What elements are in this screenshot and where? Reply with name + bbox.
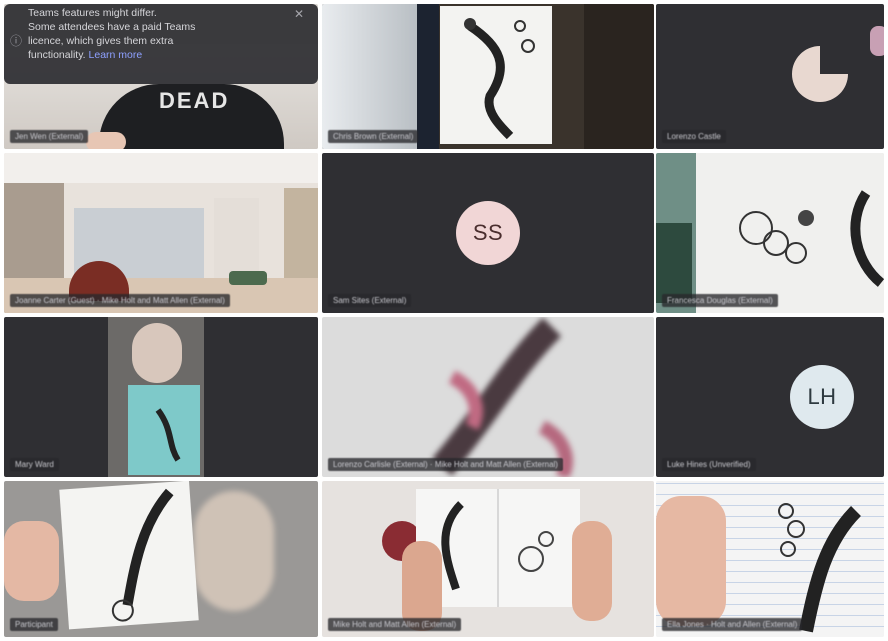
shelf — [584, 4, 654, 149]
window-light — [322, 4, 417, 149]
notification-line: Some attendees have a paid Teams — [28, 21, 196, 33]
participant-name-tag: Lorenzo Castle — [662, 130, 726, 143]
participant-name-tag: Lorenzo Carlisle (External) · Mike Holt … — [328, 458, 563, 471]
participant-name-tag: Chris Brown (External) — [328, 130, 419, 143]
participant-tile-10[interactable]: Participant — [4, 481, 318, 637]
participant-tile-4[interactable]: Joanne Carter (Guest) · Mike Holt and Ma… — [4, 153, 318, 313]
curtain — [417, 4, 439, 149]
hand — [656, 496, 726, 626]
blurred-koi-sketch — [432, 317, 573, 477]
info-icon: ⓘ — [10, 34, 23, 48]
teams-features-notification: ⓘ Teams features might differ. Some atte… — [4, 4, 318, 84]
avatar: SS — [456, 201, 520, 265]
shirt-print: DEAD — [159, 88, 230, 113]
koi-drawing-paper — [440, 6, 552, 144]
participant-name-tag: Joanne Carter (Guest) · Mike Holt and Ma… — [10, 294, 230, 307]
drawing-paper — [696, 153, 884, 313]
participant-tile-9[interactable]: LH Luke Hines (Unverified) — [656, 317, 884, 477]
koi-sketch — [155, 408, 181, 462]
close-icon[interactable]: ✕ — [294, 7, 304, 21]
flower-image — [870, 26, 884, 56]
participant-name-tag: Mike Holt and Matt Allen (External) — [328, 618, 462, 631]
participant-tile-12[interactable]: Ella Jones · Holt and Allen (External) — [656, 481, 884, 637]
chair — [229, 271, 267, 285]
participant-name-tag: Luke Hines (Unverified) — [662, 458, 756, 471]
participant-logo — [792, 46, 848, 102]
hand — [86, 132, 126, 149]
participant-tile-6[interactable]: Francesca Douglas (External) — [656, 153, 884, 313]
right-hand — [572, 521, 612, 621]
notification-line: functionality. — [28, 49, 86, 61]
participant-tile-8[interactable]: Lorenzo Carlisle (External) · Mike Holt … — [322, 317, 654, 477]
participant-tile-2[interactable]: Chris Brown (External) — [322, 4, 654, 149]
hand — [4, 521, 59, 601]
participant-name-tag: Sam Sites (External) — [328, 294, 412, 307]
avatar: LH — [790, 365, 854, 429]
notification-line: Teams features might differ. — [28, 7, 157, 19]
participant-tile-5[interactable]: SS Sam Sites (External) — [322, 153, 654, 313]
koi-sketch — [464, 18, 535, 140]
participant-name-tag: Jen Wen (External) — [10, 130, 89, 143]
ceiling — [4, 153, 318, 183]
participant-face — [132, 323, 182, 383]
participant-name-tag: Francesca Douglas (External) — [662, 294, 778, 307]
participant-tile-11[interactable]: Mike Holt and Matt Allen (External) — [322, 481, 654, 637]
participant-name-tag: Mary Ward — [10, 458, 59, 471]
koi-sketch — [111, 488, 174, 622]
participant-face — [194, 491, 274, 611]
participant-tile-3[interactable]: Lorenzo Castle — [656, 4, 884, 149]
koi-sketch — [739, 190, 884, 287]
participant-shoulder — [656, 223, 692, 303]
participant-name-tag: Ella Jones · Holt and Allen (External) — [662, 618, 803, 631]
turquoise-sketchbook — [128, 385, 200, 475]
participant-name-tag: Participant — [10, 618, 58, 631]
participant-tile-7[interactable]: Mary Ward — [4, 317, 318, 477]
notification-line: licence, which gives them extra — [28, 35, 174, 47]
learn-more-link[interactable]: Learn more — [89, 49, 143, 61]
drawing-paper — [59, 481, 199, 630]
